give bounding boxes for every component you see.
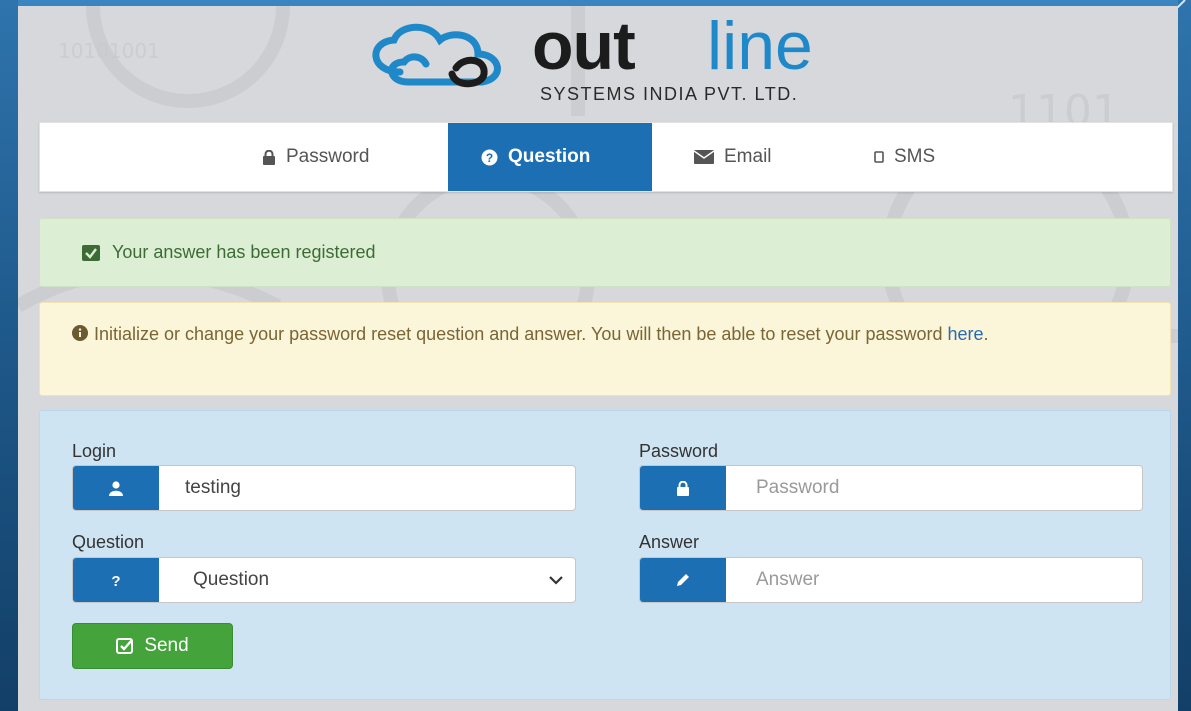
- login-field[interactable]: testing: [72, 465, 576, 511]
- tab-sms[interactable]: SMS: [874, 123, 935, 191]
- answer-placeholder: Answer: [756, 569, 820, 590]
- info-message-end: .: [983, 324, 989, 344]
- answer-field[interactable]: Answer: [639, 557, 1143, 603]
- send-button[interactable]: Send: [72, 623, 233, 669]
- answer-label: Answer: [639, 532, 700, 552]
- question-selected-value: Question: [193, 569, 270, 590]
- svg-text:?: ?: [111, 573, 120, 588]
- tab-email-label: Email: [724, 146, 772, 167]
- send-button-label: Send: [144, 635, 189, 656]
- success-alert: Your answer has been registered: [39, 218, 1171, 287]
- svg-text:?: ?: [486, 151, 493, 165]
- tab-question-label: Question: [508, 146, 591, 167]
- info-circle-icon: [72, 322, 88, 349]
- reset-method-tabs: Password ? Question Email SMS: [39, 122, 1173, 192]
- frame-left-bar: [0, 0, 18, 711]
- logo-text-line: line: [707, 8, 813, 84]
- logo-subtitle: SYSTEMS INDIA PVT. LTD.: [540, 84, 799, 104]
- password-field[interactable]: Password: [639, 465, 1143, 511]
- tab-password[interactable]: Password: [262, 123, 369, 191]
- reset-here-link[interactable]: here: [948, 324, 984, 344]
- mobile-icon: [874, 151, 884, 163]
- reset-page: 1101 10101001 out line SYSTEMS INDIA PVT…: [18, 6, 1178, 711]
- tab-email[interactable]: Email: [694, 123, 772, 191]
- password-placeholder: Password: [756, 477, 840, 498]
- frame-right-bar: [1178, 0, 1191, 711]
- question-select[interactable]: ? Question: [72, 557, 576, 603]
- chevron-down-icon[interactable]: [537, 558, 575, 602]
- login-label: Login: [72, 441, 117, 461]
- question-circle-icon: ?: [481, 149, 498, 166]
- lock-icon: [677, 480, 689, 496]
- company-logo: out line SYSTEMS INDIA PVT. LTD.: [360, 8, 880, 104]
- lock-icon: [262, 149, 276, 165]
- pencil-icon: [677, 574, 689, 586]
- logo-text-out: out: [532, 8, 636, 84]
- check-square-icon: [116, 638, 134, 654]
- login-addon: [73, 466, 159, 510]
- success-message: Your answer has been registered: [112, 242, 376, 262]
- password-label: Password: [639, 441, 719, 461]
- tab-question[interactable]: ? Question: [448, 123, 652, 191]
- answer-addon: [640, 558, 726, 602]
- cloud-logo-icon: [372, 23, 501, 88]
- question-icon: ?: [111, 573, 120, 588]
- check-square-icon: [82, 244, 100, 261]
- info-alert: Initialize or change your password reset…: [39, 302, 1171, 396]
- info-message: Initialize or change your password reset…: [94, 324, 948, 344]
- question-addon: ?: [73, 558, 159, 602]
- tab-password-label: Password: [286, 146, 370, 167]
- tab-sms-label: SMS: [894, 146, 936, 167]
- svg-text:10101001: 10101001: [58, 39, 160, 63]
- login-value: testing: [185, 477, 241, 498]
- password-addon: [640, 466, 726, 510]
- question-label: Question: [72, 532, 145, 552]
- envelope-icon: [694, 150, 714, 164]
- user-icon: [109, 481, 123, 496]
- question-form: Login testing Password Password Question…: [39, 410, 1171, 700]
